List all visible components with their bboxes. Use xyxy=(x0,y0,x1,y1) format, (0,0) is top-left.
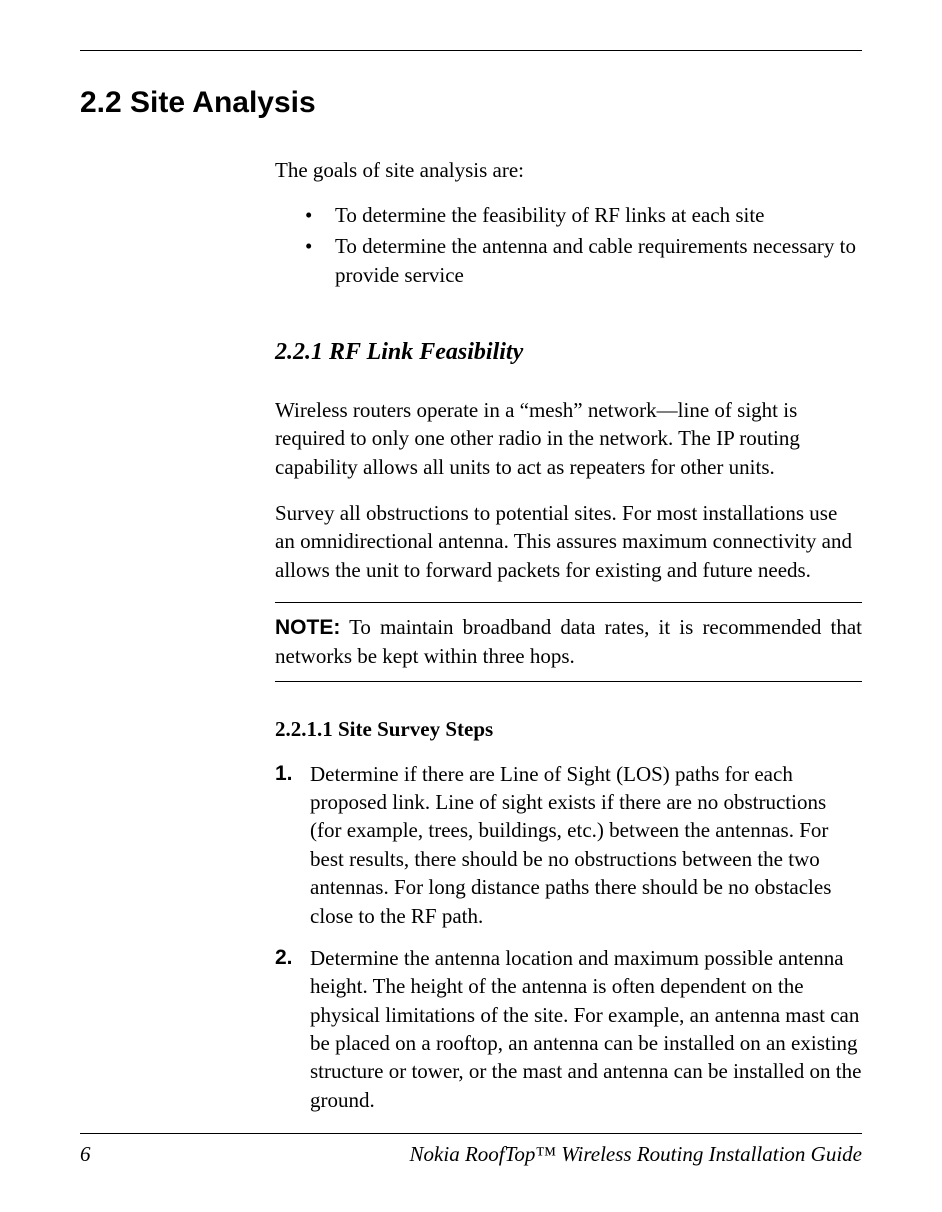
footer: 6 Nokia RoofTop™ Wireless Routing Instal… xyxy=(80,1133,862,1167)
numbered-list: 1. Determine if there are Line of Sight … xyxy=(275,760,862,1114)
note-text: To maintain broadband data rates, it is … xyxy=(275,615,862,668)
bullet-item: To determine the antenna and cable requi… xyxy=(305,232,862,289)
list-item: 2. Determine the antenna location and ma… xyxy=(275,944,862,1114)
section-heading: 2.2 Site Analysis xyxy=(80,86,862,120)
bullet-item: To determine the feasibility of RF links… xyxy=(305,201,862,229)
footer-rule xyxy=(80,1133,862,1134)
footer-title: Nokia RoofTop™ Wireless Routing Installa… xyxy=(410,1142,862,1167)
subsub-heading: 2.2.1.1 Site Survey Steps xyxy=(275,717,862,742)
subsection-para: Wireless routers operate in a “mesh” net… xyxy=(275,396,862,481)
bullet-list: To determine the feasibility of RF links… xyxy=(305,201,862,289)
page-number: 6 xyxy=(80,1142,91,1167)
subsection-para: Survey all obstructions to potential sit… xyxy=(275,499,862,584)
note-box: NOTE: To maintain broadband data rates, … xyxy=(275,602,862,682)
step-number: 2. xyxy=(275,944,293,972)
top-rule xyxy=(80,50,862,51)
note-label: NOTE: xyxy=(275,616,340,639)
subsection-heading: 2.2.1 RF Link Feasibility xyxy=(275,339,862,366)
step-text: Determine the antenna location and maxim… xyxy=(310,946,861,1112)
step-text: Determine if there are Line of Sight (LO… xyxy=(310,762,831,928)
content-block: The goals of site analysis are: To deter… xyxy=(275,158,862,1114)
step-number: 1. xyxy=(275,760,293,788)
footer-row: 6 Nokia RoofTop™ Wireless Routing Instal… xyxy=(80,1142,862,1167)
intro-text: The goals of site analysis are: xyxy=(275,158,862,183)
list-item: 1. Determine if there are Line of Sight … xyxy=(275,760,862,930)
